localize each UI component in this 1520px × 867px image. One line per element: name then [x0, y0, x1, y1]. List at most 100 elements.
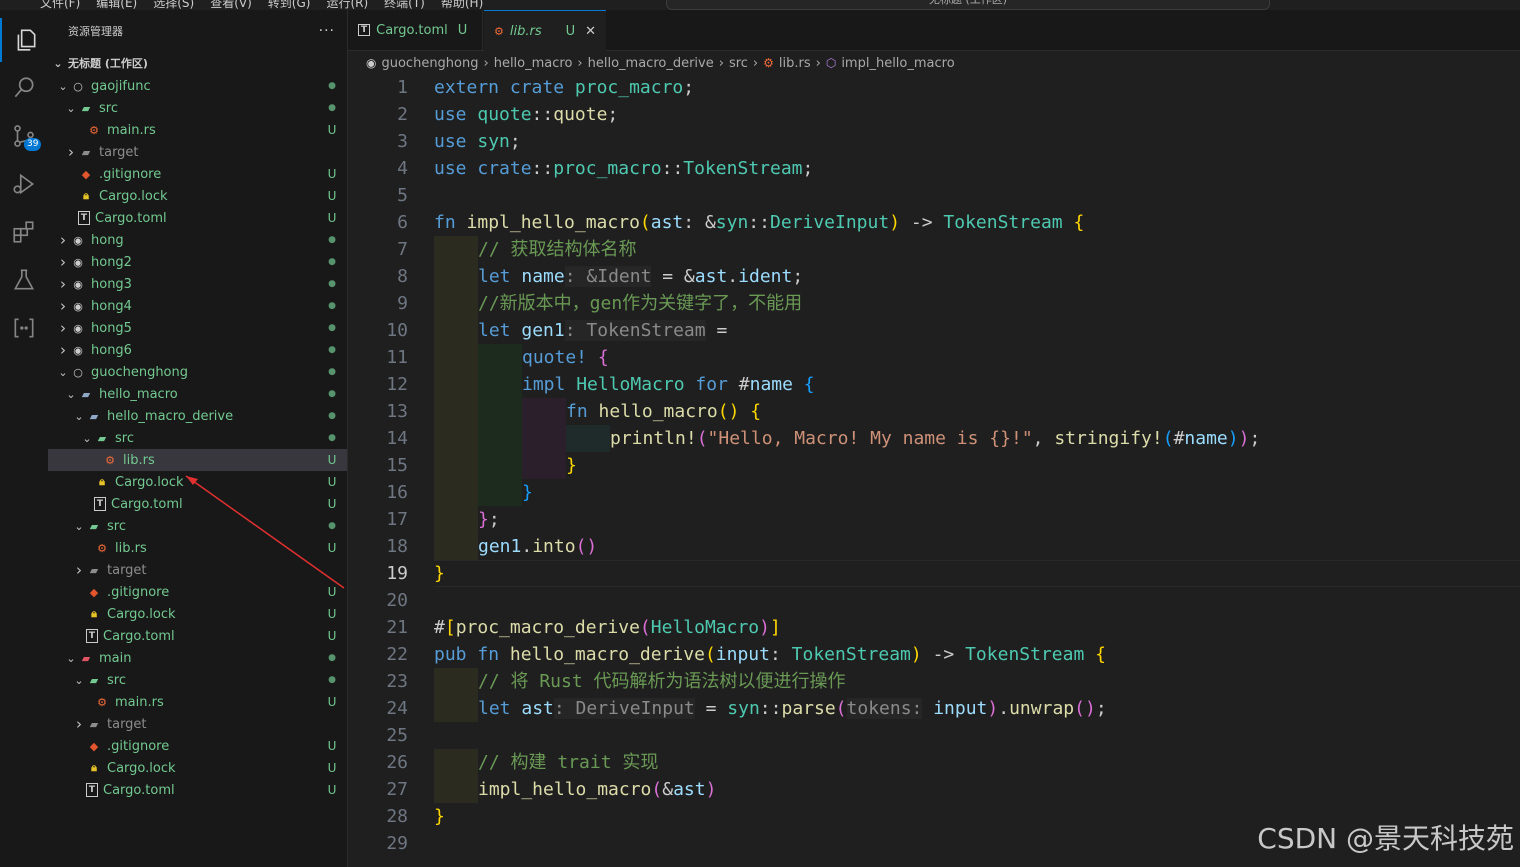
tree-item[interactable]: ⌄ ▰ src ●: [48, 97, 347, 119]
tab-cargo-toml[interactable]: T Cargo.toml U: [348, 10, 483, 50]
tree-item[interactable]: ⌄ ○ gaojifunc ●: [48, 75, 347, 97]
code-line[interactable]: 26 // 构建 trait 实现: [348, 749, 1520, 776]
tree-item[interactable]: ⚙ main.rs U: [48, 691, 347, 713]
code-line[interactable]: 9 //新版本中，gen作为关键字了，不能用: [348, 290, 1520, 317]
menu-item[interactable]: 帮助(H): [441, 0, 483, 10]
code-line[interactable]: 5: [348, 182, 1520, 209]
tree-item[interactable]: ⌄ ▰ src ●: [48, 427, 347, 449]
chevron-down-icon[interactable]: ⌄: [80, 432, 94, 445]
chevron-right-icon[interactable]: ›: [56, 231, 70, 249]
chevron-right-icon[interactable]: ›: [72, 561, 86, 579]
menu-bar[interactable]: 文件(F) 编辑(E) 选择(S) 查看(V) 转到(G) 运行(R) 终端(T) 帮助(H): [40, 0, 499, 10]
code-line[interactable]: 4 use crate::proc_macro::TokenStream;: [348, 155, 1520, 182]
chevron-right-icon[interactable]: ›: [56, 319, 70, 337]
tree-item[interactable]: › ◉ hong4 ●: [48, 295, 347, 317]
chevron-right-icon[interactable]: ›: [56, 253, 70, 271]
chevron-down-icon[interactable]: ⌄: [56, 80, 70, 93]
tree-item[interactable]: 🔒︎ Cargo.lock U: [48, 757, 347, 779]
remote-explorer-icon[interactable]: [0, 306, 48, 350]
menu-item[interactable]: 终端(T): [384, 0, 425, 10]
menu-item[interactable]: 查看(V): [210, 0, 252, 10]
tree-item[interactable]: › ◉ hong6 ●: [48, 339, 347, 361]
code-line[interactable]: 15}: [348, 452, 1520, 479]
chevron-down-icon[interactable]: ⌄: [64, 388, 78, 401]
code-line[interactable]: 22 pub fn hello_macro_derive(input: Token…: [348, 641, 1520, 668]
tree-item[interactable]: › ◉ hong3 ●: [48, 273, 347, 295]
code-line[interactable]: 25: [348, 722, 1520, 749]
chevron-down-icon[interactable]: ⌄: [56, 366, 70, 379]
tree-item[interactable]: ⌄ ▰ hello_macro ●: [48, 383, 347, 405]
tree-item[interactable]: ⌄ ○ guochenghong ●: [48, 361, 347, 383]
chevron-right-icon[interactable]: ›: [72, 715, 86, 733]
chevron-down-icon[interactable]: ⌄: [64, 652, 78, 665]
tree-item[interactable]: › ◉ hong ●: [48, 229, 347, 251]
tree-item[interactable]: ⌄ ▰ src ●: [48, 669, 347, 691]
code-line[interactable]: 14 println!("Hello, Macro! My name is {}!…: [348, 425, 1520, 452]
menu-item[interactable]: 编辑(E): [96, 0, 137, 10]
breadcrumb-item[interactable]: hello_macro: [494, 56, 573, 71]
tree-item[interactable]: 🔒︎ Cargo.lock U: [48, 185, 347, 207]
code-line[interactable]: 3 use syn;: [348, 128, 1520, 155]
menu-item[interactable]: 运行(R): [326, 0, 368, 10]
code-line[interactable]: 24 let ast: DeriveInput = syn::parse(toke…: [348, 695, 1520, 722]
more-actions-button[interactable]: ···: [319, 23, 335, 39]
tree-item[interactable]: ⌄ ▰ hello_macro_derive ●: [48, 405, 347, 427]
tree-item[interactable]: 🔒︎ Cargo.lock U: [48, 603, 347, 625]
code-line[interactable]: 2 use quote::quote;: [348, 101, 1520, 128]
code-line[interactable]: 21 #[proc_macro_derive(HelloMacro)]: [348, 614, 1520, 641]
chevron-right-icon[interactable]: ›: [56, 297, 70, 315]
code-line[interactable]: 1 extern crate proc_macro;: [348, 74, 1520, 101]
tree-item[interactable]: T Cargo.toml U: [48, 625, 347, 647]
testing-icon[interactable]: [0, 258, 48, 302]
tree-item[interactable]: › ◉ hong5 ●: [48, 317, 347, 339]
chevron-right-icon[interactable]: ›: [64, 143, 78, 161]
chevron-down-icon[interactable]: ⌄: [72, 410, 86, 423]
chevron-down-icon[interactable]: ⌄: [72, 520, 86, 533]
code-line[interactable]: 23 // 将 Rust 代码解析为语法树以便进行操作: [348, 668, 1520, 695]
command-center[interactable]: 无标题 (工作区): [666, 0, 1270, 10]
tree-item[interactable]: T Cargo.toml U: [48, 207, 347, 229]
close-icon[interactable]: ✕: [585, 24, 596, 39]
breadcrumb-item[interactable]: src: [729, 56, 748, 71]
workspace-section-header[interactable]: ⌄ 无标题 (工作区): [48, 53, 347, 73]
breadcrumb-item[interactable]: impl_hello_macro: [841, 56, 954, 71]
tree-item[interactable]: ⚙ main.rs U: [48, 119, 347, 141]
tree-item[interactable]: ◆ .gitignore U: [48, 735, 347, 757]
chevron-down-icon[interactable]: ⌄: [64, 102, 78, 115]
code-editor[interactable]: 1 extern crate proc_macro; 2 use quote::qu…: [348, 74, 1520, 867]
tree-item[interactable]: › ◉ hong2 ●: [48, 251, 347, 273]
extensions-icon[interactable]: [0, 210, 48, 254]
code-line[interactable]: 10 let gen1: TokenStream =: [348, 317, 1520, 344]
tab-lib-rs[interactable]: ⚙ lib.rs U ✕: [484, 10, 606, 51]
explorer-icon[interactable]: [0, 18, 50, 62]
code-line[interactable]: 17};: [348, 506, 1520, 533]
code-line[interactable]: 16}: [348, 479, 1520, 506]
tree-item[interactable]: › ▰ target: [48, 713, 347, 735]
tree-item[interactable]: ◆ .gitignore U: [48, 163, 347, 185]
menu-item[interactable]: 文件(F): [40, 0, 80, 10]
code-line[interactable]: 13 fn hello_macro() {: [348, 398, 1520, 425]
search-icon[interactable]: [0, 66, 48, 110]
breadcrumb-item[interactable]: lib.rs: [779, 56, 811, 71]
code-line[interactable]: 7 // 获取结构体名称: [348, 236, 1520, 263]
code-line[interactable]: 11 quote! {: [348, 344, 1520, 371]
tree-item[interactable]: T Cargo.toml U: [48, 779, 347, 801]
breadcrumb-item[interactable]: hello_macro_derive: [588, 56, 714, 71]
menu-item[interactable]: 选择(S): [153, 0, 194, 10]
code-line[interactable]: 18 gen1.into(): [348, 533, 1520, 560]
run-debug-icon[interactable]: [0, 162, 48, 206]
code-line[interactable]: 19}: [348, 560, 1520, 587]
tree-item[interactable]: ⌄ ▰ main ●: [48, 647, 347, 669]
code-line[interactable]: 27 impl_hello_macro(&ast): [348, 776, 1520, 803]
chevron-right-icon[interactable]: ›: [56, 341, 70, 359]
chevron-down-icon[interactable]: ⌄: [72, 674, 86, 687]
code-line[interactable]: 8 let name: &Ident = &ast.ident;: [348, 263, 1520, 290]
code-line[interactable]: 12 impl HelloMacro for #name {: [348, 371, 1520, 398]
breadcrumb-item[interactable]: guochenghong: [381, 56, 478, 71]
menu-item[interactable]: 转到(G): [268, 0, 311, 10]
source-control-icon[interactable]: 39: [0, 114, 48, 158]
chevron-right-icon[interactable]: ›: [56, 275, 70, 293]
tree-item[interactable]: › ▰ target: [48, 141, 347, 163]
code-line[interactable]: 20: [348, 587, 1520, 614]
code-line[interactable]: 6 fn impl_hello_macro(ast: &syn::DeriveIn…: [348, 209, 1520, 236]
